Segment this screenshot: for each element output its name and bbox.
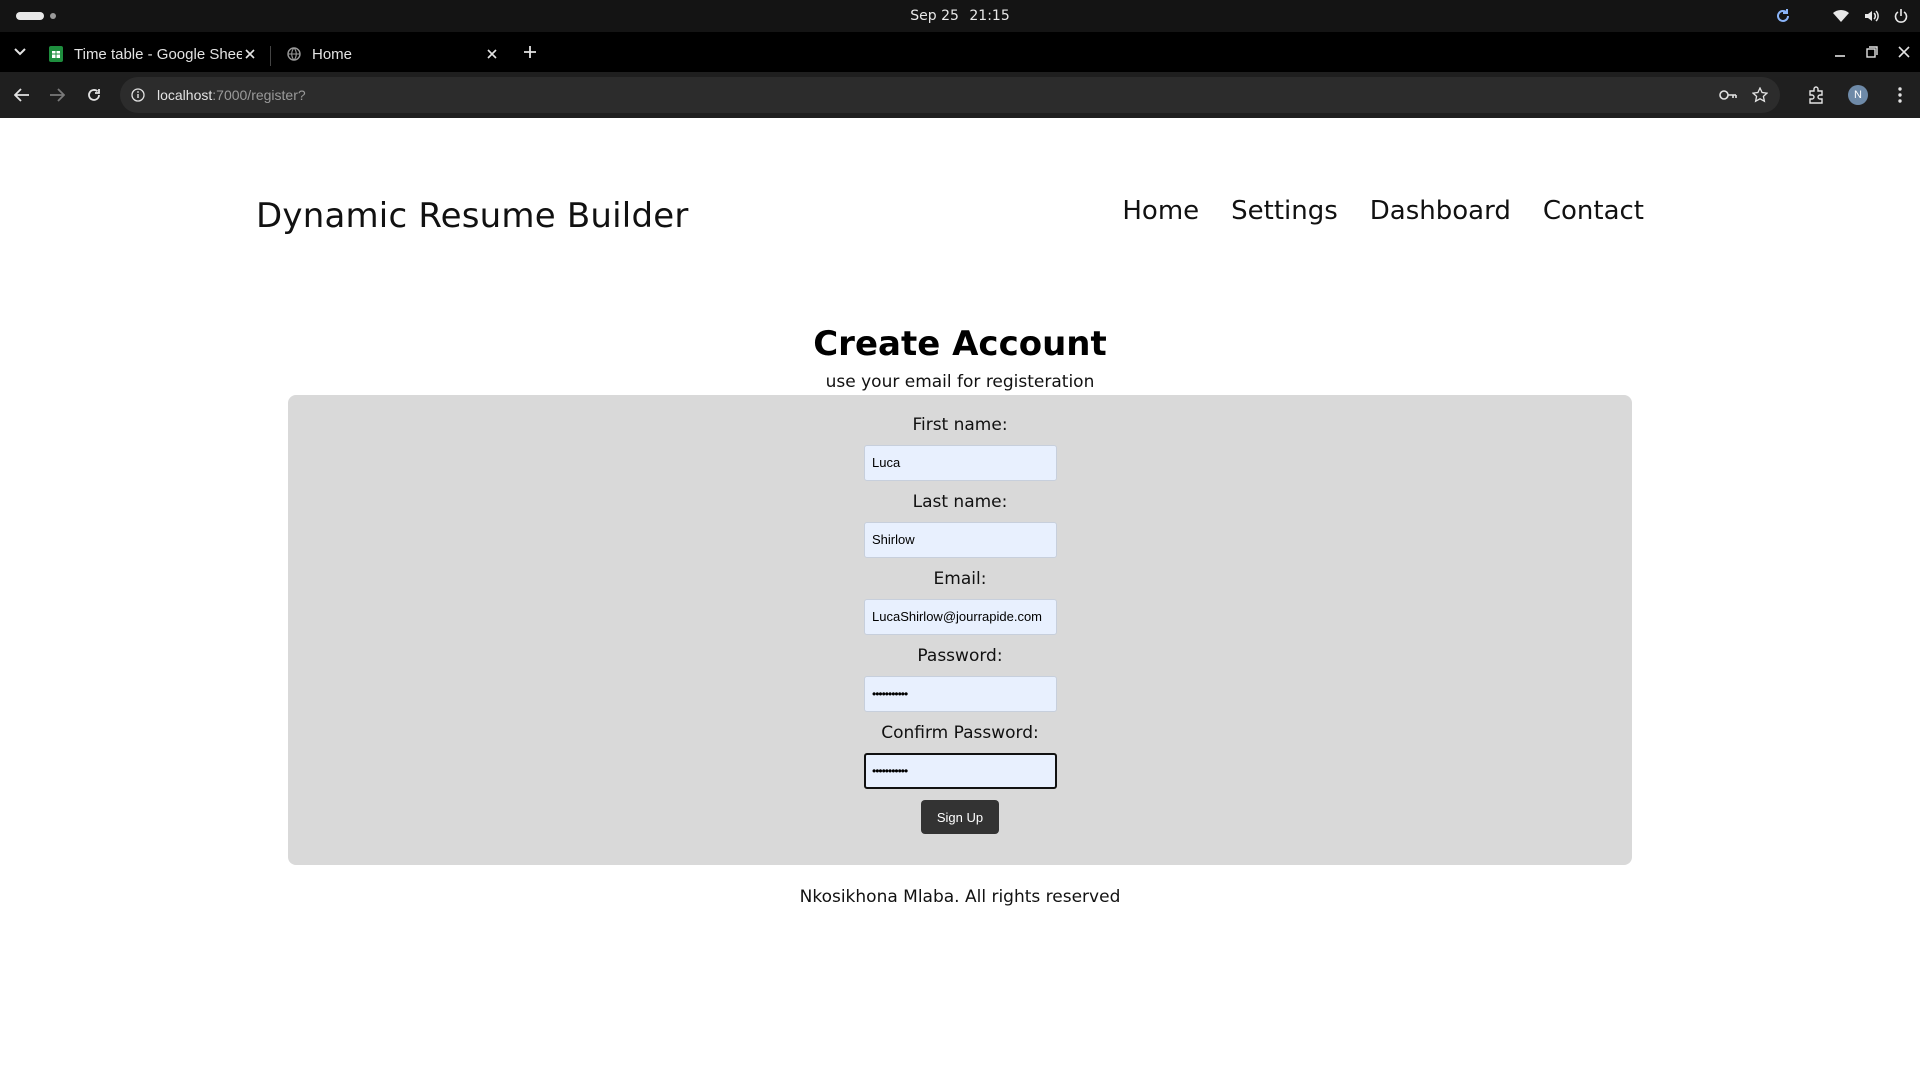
avatar: N <box>1848 85 1868 105</box>
email-field[interactable]: LucaShirlow@jourrapide.com <box>864 599 1057 635</box>
back-arrow-icon[interactable] <box>10 83 34 107</box>
browser-tab-strip: Time table - Google Sheets Home <box>0 32 1920 72</box>
tab-search-chevron-icon[interactable] <box>8 40 32 64</box>
site-nav: Home Settings Dashboard Contact <box>1122 196 1644 226</box>
tab-home[interactable]: Home <box>274 36 510 72</box>
last-name-field[interactable]: Shirlow <box>864 522 1057 558</box>
nav-link-settings[interactable]: Settings <box>1231 196 1338 226</box>
os-time: 21:15 <box>969 8 1010 24</box>
site-title: Dynamic Resume Builder <box>256 196 689 236</box>
kebab-menu-icon[interactable] <box>1888 83 1912 107</box>
nav-link-home[interactable]: Home <box>1122 196 1199 226</box>
footer-text: Nkosikhona Mlaba. All rights reserved <box>799 887 1121 907</box>
system-tray[interactable] <box>1774 0 1910 32</box>
tab-title: Home <box>312 45 353 63</box>
minimize-icon[interactable] <box>1832 44 1848 60</box>
omnibox-actions <box>1718 85 1770 105</box>
os-clock[interactable]: Sep 25 21:15 <box>0 0 1920 32</box>
address-bar[interactable]: localhost:7000/register? <box>120 77 1780 113</box>
bookmark-star-icon[interactable] <box>1750 85 1770 105</box>
google-sheets-icon <box>48 46 64 62</box>
url-host: localhost <box>157 87 213 103</box>
toolbar-actions: N <box>1804 83 1912 107</box>
register-form: First name: Luca Last name: Shirlow Emai… <box>288 395 1632 865</box>
web-page: Dynamic Resume Builder Home Settings Das… <box>0 118 1920 1080</box>
nav-link-dashboard[interactable]: Dashboard <box>1370 196 1511 226</box>
wifi-icon[interactable] <box>1832 7 1850 25</box>
sign-up-button[interactable]: Sign Up <box>921 800 999 834</box>
site-info-icon[interactable] <box>128 85 148 105</box>
email-label: Email: <box>933 569 987 589</box>
volume-icon[interactable] <box>1862 7 1880 25</box>
tab-title: Time table - Google Sheets <box>74 45 242 63</box>
power-icon[interactable] <box>1892 7 1910 25</box>
restore-icon[interactable] <box>1864 44 1880 60</box>
reload-icon[interactable] <box>82 83 106 107</box>
os-date: Sep 25 <box>910 8 959 24</box>
os-top-bar: Sep 25 21:15 <box>0 0 1920 32</box>
new-tab-plus-icon[interactable] <box>520 42 540 62</box>
confirm-password-field[interactable]: ••••••••••• <box>864 753 1057 789</box>
form-subtitle: use your email for registeration <box>825 372 1095 392</box>
password-label: Password: <box>917 646 1003 666</box>
form-title: Create Account <box>813 324 1107 364</box>
close-tab-icon[interactable] <box>240 44 260 64</box>
password-field[interactable]: ••••••••••• <box>864 676 1057 712</box>
globe-icon <box>286 46 302 62</box>
refresh-status-icon[interactable] <box>1774 7 1792 25</box>
profile-avatar[interactable]: N <box>1846 83 1870 107</box>
first-name-label: First name: <box>912 415 1008 435</box>
confirm-password-label: Confirm Password: <box>881 723 1039 743</box>
url-text[interactable]: localhost:7000/register? <box>157 77 306 113</box>
tab-time-table[interactable]: Time table - Google Sheets <box>36 36 268 72</box>
window-controls <box>1832 32 1912 72</box>
tab-separator <box>270 46 271 66</box>
first-name-field[interactable]: Luca <box>864 445 1057 481</box>
password-key-icon[interactable] <box>1718 85 1738 105</box>
browser-toolbar: localhost:7000/register? N <box>0 72 1920 118</box>
forward-arrow-icon[interactable] <box>45 83 69 107</box>
nav-link-contact[interactable]: Contact <box>1543 196 1644 226</box>
extensions-puzzle-icon[interactable] <box>1804 83 1828 107</box>
close-window-icon[interactable] <box>1896 44 1912 60</box>
last-name-label: Last name: <box>912 492 1008 512</box>
close-tab-icon[interactable] <box>482 44 502 64</box>
url-path: :7000/register? <box>212 87 306 103</box>
